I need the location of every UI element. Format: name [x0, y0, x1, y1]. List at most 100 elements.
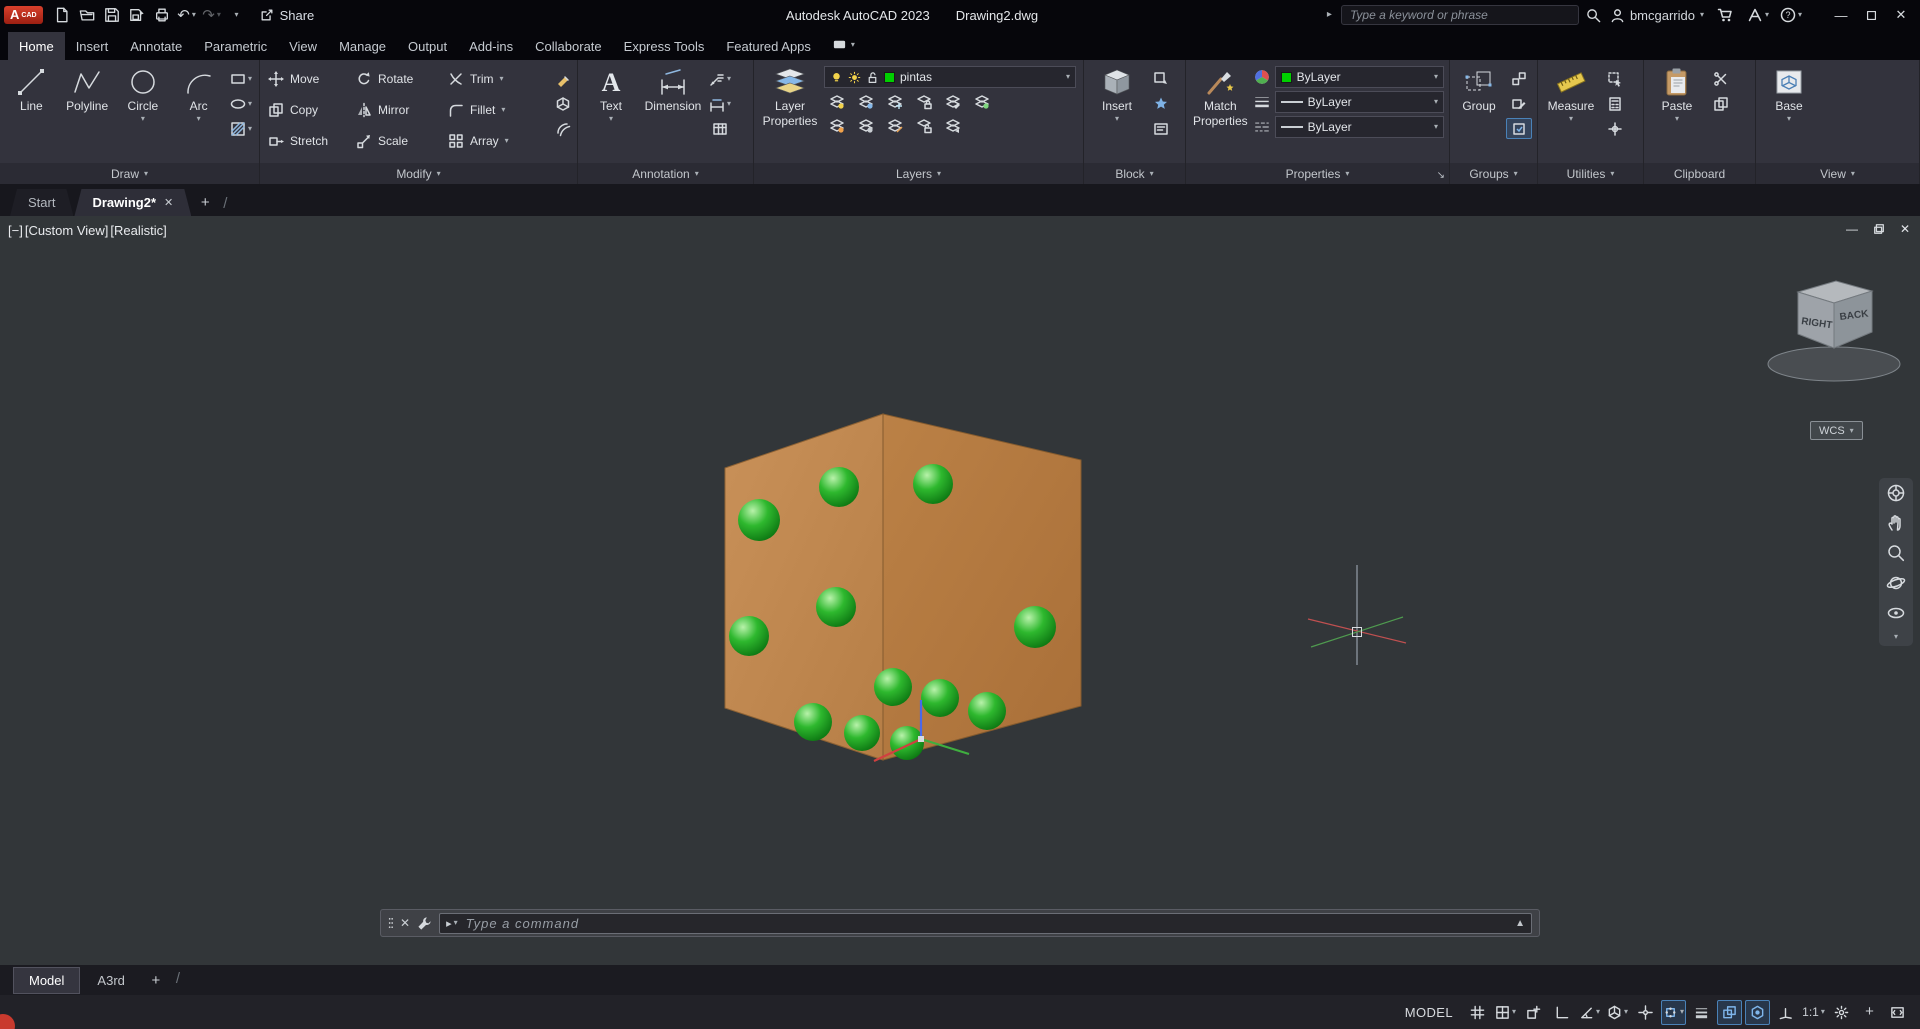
plot-button[interactable]	[150, 3, 174, 27]
minimize-button[interactable]: —	[1826, 0, 1856, 30]
new-layout-button[interactable]: +	[143, 972, 169, 989]
file-tab-start[interactable]: Start	[10, 189, 73, 216]
panel-footer-layers[interactable]: Layers ▾	[754, 163, 1083, 184]
navbar-dropdown-caret[interactable]: ▾	[1894, 633, 1898, 641]
isometric-drafting-toggle[interactable]: ▾	[1605, 1000, 1630, 1025]
quick-calculator-tool[interactable]	[1602, 93, 1628, 114]
help-search-input[interactable]	[1349, 8, 1570, 22]
circle-tool[interactable]: Circle ▾	[117, 63, 170, 163]
annotation-scale-button[interactable]: 1:1 ▾	[1801, 1000, 1826, 1025]
offset-tool[interactable]	[550, 118, 576, 139]
id-point-tool[interactable]	[1602, 118, 1628, 139]
workspace-settings-button[interactable]	[1829, 1000, 1854, 1025]
viewport-minimize-icon[interactable]: —	[1846, 222, 1858, 236]
object-snap-toggle[interactable]: ▾	[1661, 999, 1686, 1025]
command-input[interactable]	[465, 915, 1508, 931]
layer-match-tool[interactable]	[940, 91, 966, 112]
viewport-restore-icon[interactable]	[1873, 223, 1885, 235]
layer-current-tool[interactable]	[969, 91, 995, 112]
search-collapse-arrow[interactable]: ▸	[1327, 10, 1332, 20]
panel-footer-annotation[interactable]: Annotation ▾	[578, 163, 753, 184]
ribbon-tab-output[interactable]: Output	[397, 32, 458, 60]
lineweight-dropdown[interactable]: ByLayer ▾	[1274, 91, 1444, 113]
match-properties-tool[interactable]: Match Properties	[1191, 63, 1250, 163]
text-dropdown-caret[interactable]: ▾	[609, 115, 613, 123]
insert-block-tool[interactable]: Insert ▾	[1089, 63, 1145, 163]
rotate-tool[interactable]: Rotate	[353, 71, 445, 87]
qat-customize-button[interactable]: ▾	[225, 3, 249, 27]
view-control[interactable]: [Custom View]	[25, 223, 109, 238]
command-history-icon[interactable]: ▲	[1515, 918, 1525, 929]
annotation-visibility-button[interactable]: +	[1857, 1000, 1882, 1025]
layer-isolate-tool[interactable]	[853, 91, 879, 112]
selection-cycling-toggle[interactable]	[1717, 999, 1742, 1025]
rectangle-tool[interactable]: ▾	[228, 68, 254, 89]
panel-footer-modify[interactable]: Modify ▾	[260, 163, 577, 184]
autodesk-apps-button[interactable]: ▾	[1746, 3, 1770, 27]
viewport-menu-control[interactable]: [−]	[8, 223, 23, 238]
object-color-dropdown[interactable]: ByLayer ▾	[1274, 66, 1444, 88]
manage-attributes-tool[interactable]	[1148, 118, 1174, 139]
explode-tool[interactable]	[550, 93, 576, 114]
arc-tool[interactable]: Arc ▾	[172, 63, 225, 163]
orbit-icon[interactable]	[1886, 573, 1906, 593]
layer-off-tool[interactable]	[824, 91, 850, 112]
layer-select-dropdown[interactable]: pintas ▾	[824, 66, 1076, 88]
fillet-tool[interactable]: Fillet ▾	[445, 102, 547, 118]
layout-tab-a3rd[interactable]: A3rd	[82, 968, 139, 993]
layer-unisolate-tool[interactable]	[853, 115, 879, 136]
object-snap-tracking-toggle[interactable]	[1633, 1000, 1658, 1025]
layer-on-bulb-icon[interactable]	[830, 71, 843, 84]
help-dropdown-caret[interactable]: ▾	[1798, 11, 1802, 19]
isometric-dropdown-caret[interactable]: ▾	[1624, 1008, 1628, 1016]
erase-tool[interactable]	[550, 68, 576, 89]
undo-button[interactable]: ↶ ▾	[175, 3, 199, 27]
measure-dropdown-caret[interactable]: ▾	[1569, 115, 1573, 123]
user-dropdown-caret[interactable]: ▾	[1700, 11, 1704, 19]
measure-tool[interactable]: Measure ▾	[1543, 63, 1599, 163]
copy-tool[interactable]: Copy	[265, 102, 353, 118]
layer-dropdown-caret[interactable]: ▾	[1066, 73, 1070, 81]
hatch-tool[interactable]: ▾	[228, 118, 254, 139]
user-account-button[interactable]: bmcgarrido ▾	[1610, 8, 1704, 23]
arc-dropdown-caret[interactable]: ▾	[197, 115, 201, 123]
model-space-indicator[interactable]: MODEL	[1396, 1005, 1462, 1020]
ribbon-tab-express-tools[interactable]: Express Tools	[613, 32, 716, 60]
full-navigation-wheel-icon[interactable]	[1886, 483, 1906, 503]
maximize-button[interactable]	[1856, 0, 1886, 30]
circle-dropdown-caret[interactable]: ▾	[141, 115, 145, 123]
ribbon-tab-view[interactable]: View	[278, 32, 328, 60]
ribbon-tab-parametric[interactable]: Parametric	[193, 32, 278, 60]
polyline-tool[interactable]: Polyline	[61, 63, 114, 163]
group-tool[interactable]: Group	[1455, 63, 1503, 163]
zoom-icon[interactable]	[1886, 543, 1906, 563]
lineweight-display-toggle[interactable]	[1689, 1000, 1714, 1025]
mirror-tool[interactable]: Mirror	[353, 102, 445, 118]
snap-mode-toggle[interactable]: ▾	[1493, 1000, 1518, 1025]
dynamic-ucs-toggle[interactable]	[1773, 1000, 1798, 1025]
snap-dropdown-caret[interactable]: ▾	[1512, 1008, 1516, 1016]
paste-tool[interactable]: Paste ▾	[1649, 63, 1705, 163]
clean-screen-toggle[interactable]	[1885, 1000, 1910, 1025]
polar-tracking-toggle[interactable]: ▾	[1577, 1000, 1602, 1025]
panel-footer-groups[interactable]: Groups ▾	[1450, 163, 1537, 184]
text-tool[interactable]: A Text ▾	[583, 63, 639, 163]
dimension-tool[interactable]: Dimension	[642, 63, 704, 163]
trim-dropdown-caret[interactable]: ▾	[500, 74, 504, 83]
layer-unlock-tool[interactable]	[911, 115, 937, 136]
command-close-icon[interactable]: ✕	[400, 916, 410, 930]
undo-dropdown-caret[interactable]: ▾	[192, 11, 196, 19]
command-input-field[interactable]: ▸▾ ▲	[439, 912, 1532, 934]
infer-constraints-toggle[interactable]	[1521, 1000, 1546, 1025]
command-customize-icon[interactable]	[417, 916, 432, 931]
search-icon[interactable]	[1586, 8, 1601, 23]
object-snap-dropdown-caret[interactable]: ▾	[1680, 1008, 1684, 1016]
ribbon-tab-home[interactable]: Home	[8, 32, 65, 60]
layer-color-swatch[interactable]	[884, 71, 895, 83]
polar-dropdown-caret[interactable]: ▾	[1596, 1008, 1600, 1016]
layer-lock-tool[interactable]	[911, 91, 937, 112]
stretch-tool[interactable]: Stretch	[265, 133, 353, 149]
file-tab-drawing2[interactable]: Drawing2* ✕	[74, 189, 191, 216]
copy-clip-tool[interactable]	[1708, 93, 1734, 114]
insert-dropdown-caret[interactable]: ▾	[1115, 115, 1119, 123]
